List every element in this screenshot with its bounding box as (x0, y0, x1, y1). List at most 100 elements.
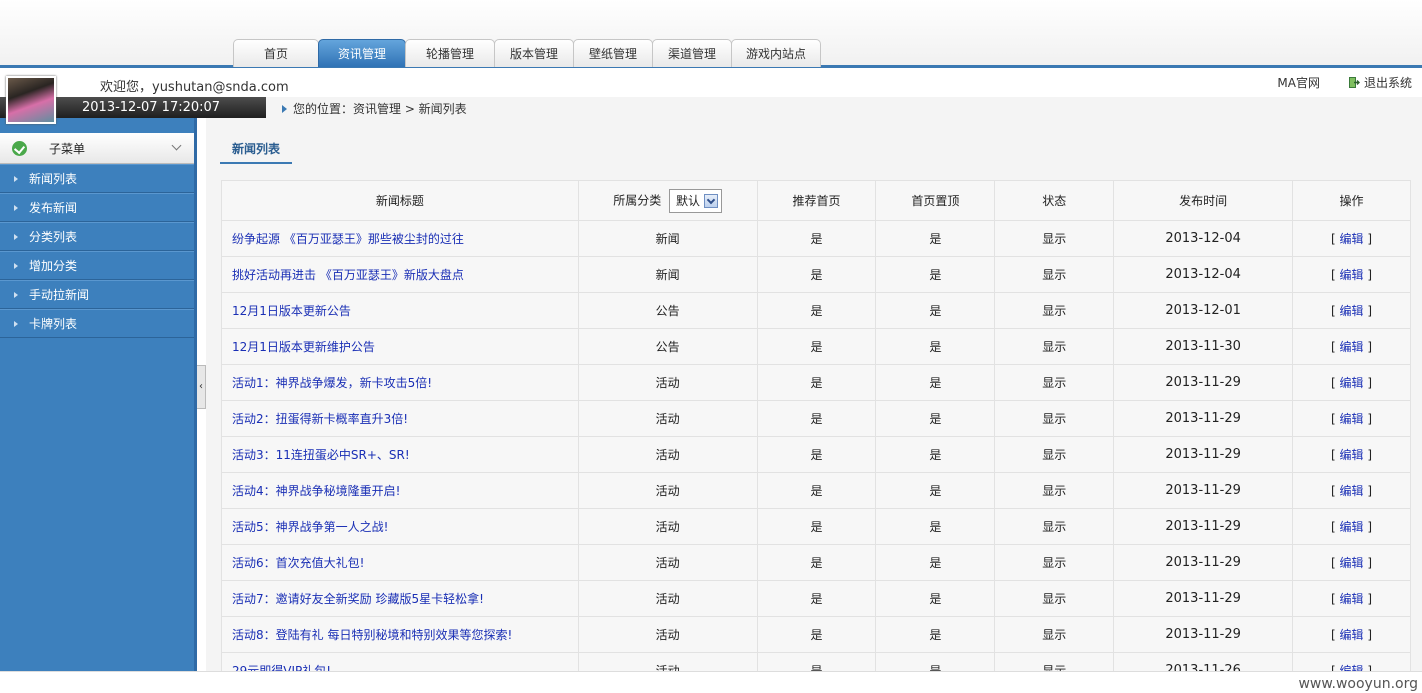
sidebar-item-label: 手动拉新闻 (29, 288, 90, 302)
table-row: 挑好活动再进击 《百万亚瑟王》新版大盘点 新闻是是显示 2013-12-04[ 编辑… (221, 256, 1411, 293)
chevron-down-icon[interactable] (704, 193, 719, 208)
arrow-right-icon (14, 320, 18, 327)
sidebar-item-label: 分类列表 (29, 230, 78, 244)
tab-wallpaper-management[interactable]: 壁纸管理 (573, 39, 653, 67)
col-header-title: 新闻标题 (221, 180, 579, 221)
table-header-row: 新闻标题 所属分类 默认 推荐首页 首页置顶 状态 发布时间 操作 (221, 180, 1411, 221)
news-action-cell: [ 编辑 ] (1292, 652, 1411, 671)
edit-link[interactable]: 编辑 (1340, 628, 1364, 642)
col-header-recommend: 推荐首页 (756, 180, 877, 221)
edit-link[interactable]: 编辑 (1340, 484, 1364, 498)
news-date: 2013-11-29 (1113, 400, 1294, 437)
tab-home[interactable]: 首页 (233, 39, 319, 67)
news-action-cell: [ 编辑 ] (1292, 328, 1411, 365)
submenu-header[interactable]: 子菜单 (0, 133, 194, 164)
tab-channel-management[interactable]: 渠道管理 (652, 39, 732, 67)
news-status: 显示 (994, 328, 1115, 365)
news-date: 2013-11-29 (1113, 544, 1294, 581)
edit-link[interactable]: 编辑 (1340, 556, 1364, 570)
tab-news-management[interactable]: 资讯管理 (318, 39, 406, 67)
news-table: 新闻标题 所属分类 默认 推荐首页 首页置顶 状态 发布时间 操作 纷争起源 《… (221, 180, 1411, 671)
news-title-link[interactable]: 29元即得VIP礼包! (221, 652, 579, 671)
tab-version-management[interactable]: 版本管理 (494, 39, 574, 67)
news-pinned: 是 (875, 220, 996, 257)
news-title-link[interactable]: 活动8：登陆有礼 每日特别秘境和特别效果等您探索! (221, 616, 579, 653)
edit-link[interactable]: 编辑 (1340, 412, 1364, 426)
news-status: 显示 (994, 292, 1115, 329)
breadcrumb-bar: 您的位置：资讯管理 > 新闻列表 (266, 97, 1422, 118)
logout-button[interactable]: 退出系统 (1348, 74, 1412, 91)
news-title-link[interactable]: 挑好活动再进击 《百万亚瑟王》新版大盘点 (221, 256, 579, 293)
news-title-link[interactable]: 活动1：神界战争爆发，新卡攻击5倍! (221, 364, 579, 401)
tab-carousel-management[interactable]: 轮播管理 (405, 39, 495, 67)
official-site-link[interactable]: MA官网 (1277, 74, 1320, 91)
news-action-cell: [ 编辑 ] (1292, 508, 1411, 545)
news-action-cell: [ 编辑 ] (1292, 436, 1411, 473)
news-recommend: 是 (756, 616, 877, 653)
news-title-link[interactable]: 活动4：神界战争秘境隆重开启! (221, 472, 579, 509)
sidebar-collapse-handle[interactable]: ‹ (197, 365, 206, 409)
news-date: 2013-12-01 (1113, 292, 1294, 329)
tab-in-game-site[interactable]: 游戏内站点 (731, 39, 821, 67)
edit-link[interactable]: 编辑 (1340, 268, 1364, 282)
edit-link[interactable]: 编辑 (1340, 340, 1364, 354)
news-category: 公告 (577, 292, 758, 329)
table-row: 活动4：神界战争秘境隆重开启! 活动是是显示 2013-11-29[ 编辑 ] (221, 472, 1411, 509)
news-status: 显示 (994, 220, 1115, 257)
sidebar-item-label: 卡牌列表 (29, 317, 78, 331)
news-recommend: 是 (756, 544, 877, 581)
news-date: 2013-11-26 (1113, 652, 1294, 671)
sidebar: 子菜单 新闻列表 发布新闻 分类列表 增加分类 手动拉新闻 卡牌列表 (0, 118, 197, 693)
news-status: 显示 (994, 616, 1115, 653)
main-content: 新闻列表 新闻标题 所属分类 默认 推荐首页 首页置顶 状态 发布时间 操作 纷… (206, 118, 1422, 671)
news-recommend: 是 (756, 472, 877, 509)
breadcrumb: 您的位置：资讯管理 > 新闻列表 (282, 100, 467, 117)
news-title-link[interactable]: 活动6：首次充值大礼包! (221, 544, 579, 581)
table-row: 12月1日版本更新公告 公告是是显示 2013-12-01[ 编辑 ] (221, 292, 1411, 329)
sidebar-item-manual-pull-news[interactable]: 手动拉新闻 (0, 280, 194, 309)
news-title-link[interactable]: 活动3：11连扭蛋必中SR+、SR! (221, 436, 579, 473)
news-title-link[interactable]: 12月1日版本更新公告 (221, 292, 579, 329)
news-category: 活动 (577, 580, 758, 617)
sidebar-item-add-category[interactable]: 增加分类 (0, 251, 194, 280)
news-category: 活动 (577, 508, 758, 545)
news-action-cell: [ 编辑 ] (1292, 364, 1411, 401)
news-recommend: 是 (756, 328, 877, 365)
news-pinned: 是 (875, 364, 996, 401)
edit-link[interactable]: 编辑 (1340, 448, 1364, 462)
table-row: 12月1日版本更新维护公告 公告是是显示 2013-11-30[ 编辑 ] (221, 328, 1411, 365)
news-action-cell: [ 编辑 ] (1292, 544, 1411, 581)
check-circle-icon (12, 140, 27, 156)
edit-link[interactable]: 编辑 (1340, 376, 1364, 390)
edit-link[interactable]: 编辑 (1340, 520, 1364, 534)
news-pinned: 是 (875, 436, 996, 473)
sidebar-item-category-list[interactable]: 分类列表 (0, 222, 194, 251)
news-date: 2013-11-29 (1113, 508, 1294, 545)
news-pinned: 是 (875, 292, 996, 329)
news-pinned: 是 (875, 544, 996, 581)
arrow-right-icon (14, 262, 18, 269)
edit-link[interactable]: 编辑 (1340, 664, 1364, 671)
news-recommend: 是 (756, 400, 877, 437)
category-filter-select[interactable]: 默认 (669, 188, 723, 213)
arrow-right-icon (14, 291, 18, 298)
news-pinned: 是 (875, 256, 996, 293)
news-status: 显示 (994, 652, 1115, 671)
news-title-link[interactable]: 活动2：扭蛋得新卡概率直升3倍! (221, 400, 579, 437)
news-title-link[interactable]: 纷争起源 《百万亚瑟王》那些被尘封的过往 (221, 220, 579, 257)
news-title-link[interactable]: 活动5：神界战争第一人之战! (221, 508, 579, 545)
sidebar-item-publish-news[interactable]: 发布新闻 (0, 193, 194, 222)
news-title-link[interactable]: 活动7：邀请好友全新奖励 珍藏版5星卡轻松拿! (221, 580, 579, 617)
edit-link[interactable]: 编辑 (1340, 592, 1364, 606)
sidebar-item-card-list[interactable]: 卡牌列表 (0, 309, 194, 338)
table-row: 活动1：神界战争爆发，新卡攻击5倍! 活动是是显示 2013-11-29[ 编辑 ] (221, 364, 1411, 401)
edit-link[interactable]: 编辑 (1340, 304, 1364, 318)
edit-link[interactable]: 编辑 (1340, 232, 1364, 246)
news-title-link[interactable]: 12月1日版本更新维护公告 (221, 328, 579, 365)
chevron-down-icon[interactable] (171, 140, 182, 151)
sidebar-item-news-list[interactable]: 新闻列表 (0, 164, 194, 193)
logout-icon (1348, 77, 1360, 88)
bottom-bar: www.wooyun.org (0, 671, 1422, 693)
avatar (6, 76, 56, 124)
news-status: 显示 (994, 544, 1115, 581)
